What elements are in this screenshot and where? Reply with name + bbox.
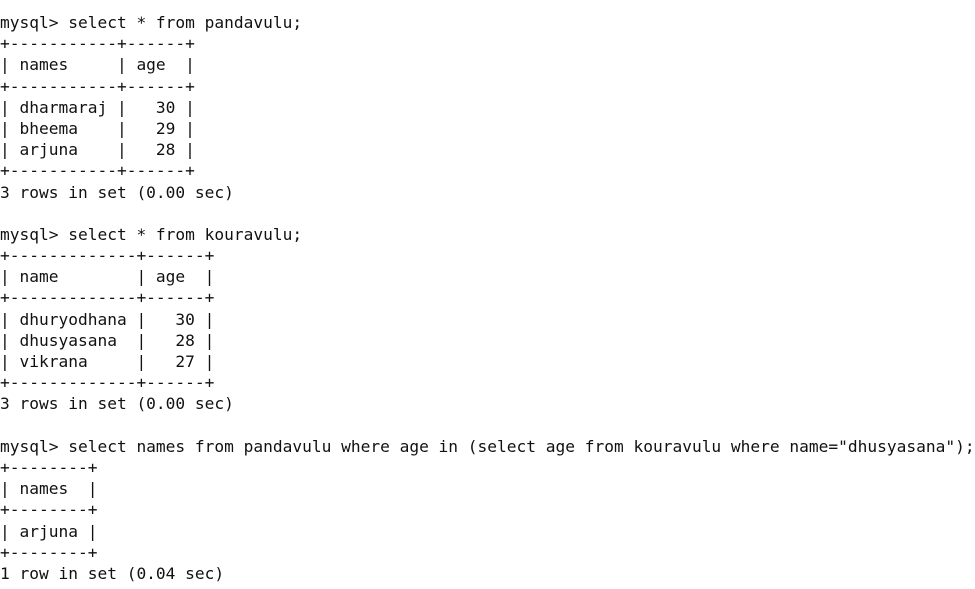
terminal-output[interactable]: mysql> select * from pandavulu; +-------…	[0, 0, 975, 589]
prompt-line: mysql> select * from kouravulu;	[0, 224, 303, 244]
result-summary: 3 rows in set (0.00 sec)	[0, 182, 234, 202]
table-border: +--------+	[0, 500, 98, 520]
table-header: | names | age |	[0, 55, 195, 75]
table-row: | vikrana | 27 |	[0, 352, 215, 371]
table-border: +-------------+------+	[0, 373, 215, 393]
table-border: +-----------+------+	[0, 161, 195, 181]
result-summary: 3 rows in set (0.00 sec)	[0, 394, 234, 414]
table-border: +-------------+------+	[0, 288, 215, 308]
table-border: +-----------+------+	[0, 34, 195, 54]
table-row: | bheema | 29 |	[0, 118, 195, 138]
table-row: | arjuna |	[0, 521, 98, 541]
prompt-line: mysql> select names from pandavulu where…	[0, 436, 975, 456]
result-summary: 1 row in set (0.04 sec)	[0, 563, 225, 583]
table-row: | dharmaraj | 30 |	[0, 97, 195, 117]
table-header: | names |	[0, 479, 98, 499]
table-border: +--------+	[0, 457, 98, 477]
table-border: +-----------+------+	[0, 76, 195, 96]
table-border: +--------+	[0, 542, 98, 562]
table-header: | name | age |	[0, 267, 215, 287]
table-row: | dhusyasana | 28 |	[0, 330, 215, 350]
table-row: | arjuna | 28 |	[0, 140, 195, 160]
table-border: +-------------+------+	[0, 246, 215, 266]
table-row: | dhuryodhana | 30 |	[0, 309, 215, 329]
prompt-line: mysql> select * from pandavulu;	[0, 13, 303, 32]
